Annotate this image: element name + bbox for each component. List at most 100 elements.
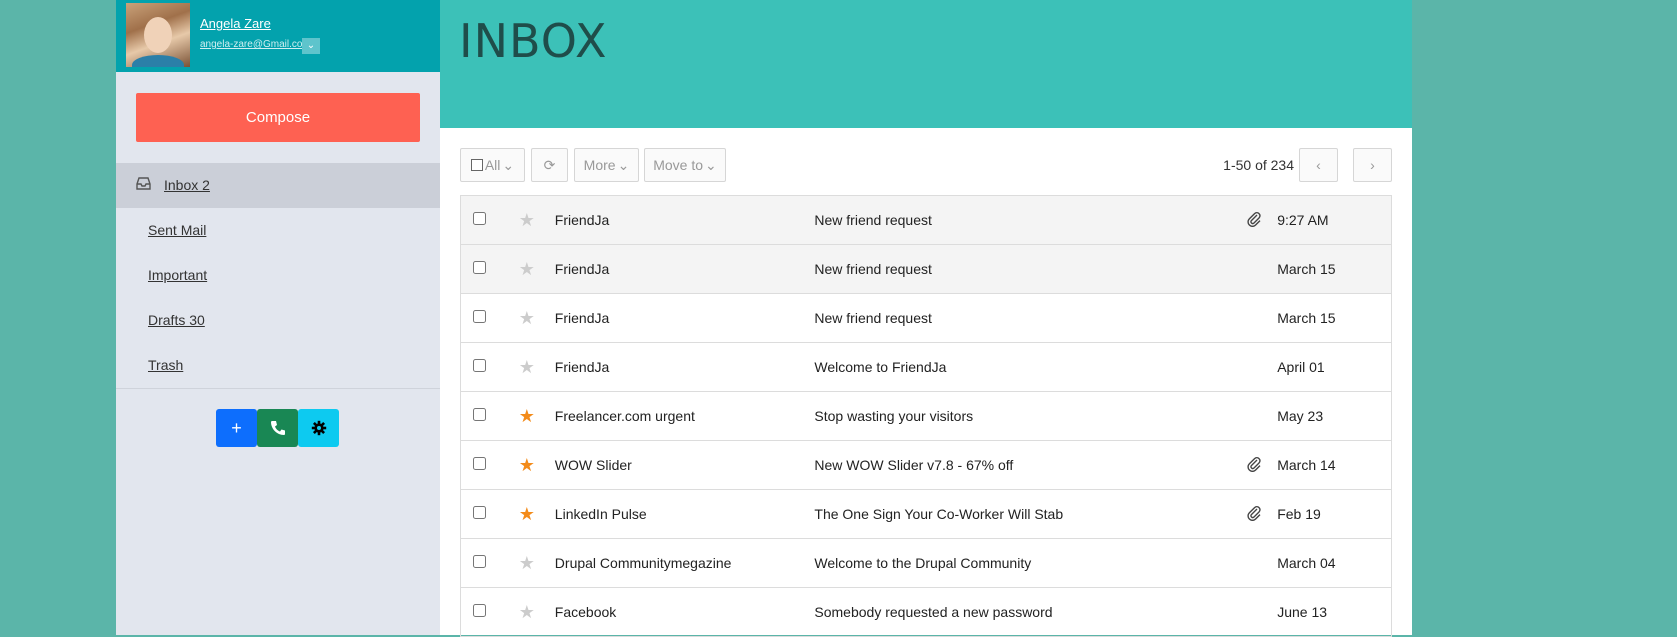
star-icon[interactable]: ★ — [498, 538, 555, 588]
settings-button[interactable] — [298, 409, 339, 447]
table-row[interactable]: ★ FriendJa New friend request March 15 — [460, 293, 1392, 343]
message-subject[interactable]: Somebody requested a new password — [814, 587, 1232, 637]
row-select-checkbox[interactable] — [473, 359, 487, 372]
sidebar-item-drafts[interactable]: Drafts 30 — [116, 298, 440, 343]
message-sender[interactable]: Drupal Communitymegazine — [554, 538, 815, 588]
star-icon[interactable]: ★ — [498, 391, 555, 441]
message-sender[interactable]: FriendJa — [554, 342, 815, 392]
star-icon[interactable]: ★ — [498, 293, 555, 343]
more-dropdown[interactable]: More ⌄ — [574, 148, 639, 182]
message-date: Feb 19 — [1277, 489, 1392, 539]
gear-icon — [311, 420, 326, 436]
message-subject[interactable]: Stop wasting your visitors — [814, 391, 1232, 441]
paperclip-icon — [1247, 456, 1261, 472]
chevron-right-icon: › — [1370, 157, 1375, 173]
sidebar-item-label: Drafts 30 — [148, 312, 205, 328]
mail-app: Angela Zare angela-zare@Gmail.com ⌄ Comp… — [116, 0, 1412, 637]
main-content: INBOX All ⌄ ⟳ More ⌄ Move to ⌄ 1-50 of 2… — [440, 0, 1412, 637]
row-select-checkbox[interactable] — [473, 457, 487, 470]
avatar[interactable] — [126, 3, 190, 67]
row-select-cell — [460, 489, 499, 539]
avatar-shirt — [132, 55, 184, 67]
attachment-cell — [1231, 538, 1278, 588]
star-icon[interactable]: ★ — [498, 440, 555, 490]
row-select-checkbox[interactable] — [473, 310, 487, 323]
message-subject[interactable]: New WOW Slider v7.8 - 67% off — [814, 440, 1232, 490]
message-toolbar: All ⌄ ⟳ More ⌄ Move to ⌄ 1-50 of 234 ‹ › — [460, 148, 1392, 184]
next-page-button[interactable]: › — [1353, 148, 1392, 182]
inbox-tray-icon — [136, 163, 152, 208]
attachment-cell — [1231, 342, 1278, 392]
user-name-link[interactable]: Angela Zare — [200, 16, 271, 31]
message-date: March 15 — [1277, 244, 1392, 294]
select-all-dropdown[interactable]: All ⌄ — [460, 148, 525, 182]
message-sender[interactable]: FriendJa — [554, 244, 815, 294]
table-row[interactable]: ★ WOW Slider New WOW Slider v7.8 - 67% off… — [460, 440, 1392, 490]
account-dropdown-chevron-icon[interactable]: ⌄ — [302, 38, 320, 54]
row-select-checkbox[interactable] — [473, 604, 487, 617]
message-sender[interactable]: Facebook — [554, 587, 815, 637]
star-icon[interactable]: ★ — [498, 342, 555, 392]
table-row[interactable]: ★ FriendJa New friend request 9:27 AM — [460, 195, 1392, 245]
sidebar-item-inbox[interactable]: Inbox 2 — [116, 163, 440, 208]
sidebar-item-important[interactable]: Important — [116, 253, 440, 298]
row-select-checkbox[interactable] — [473, 506, 487, 519]
message-subject[interactable]: Welcome to FriendJa — [814, 342, 1232, 392]
quick-actions: + — [216, 409, 339, 447]
table-row[interactable]: ★ FriendJa New friend request March 15 — [460, 244, 1392, 294]
message-subject[interactable]: New friend request — [814, 293, 1232, 343]
message-subject[interactable]: The One Sign Your Co-Worker Will Stab — [814, 489, 1232, 539]
star-icon[interactable]: ★ — [498, 587, 555, 637]
message-sender[interactable]: FriendJa — [554, 293, 815, 343]
table-row[interactable]: ★ Facebook Somebody requested a new passwo… — [460, 587, 1392, 637]
user-email-link[interactable]: angela-zare@Gmail.com — [200, 39, 311, 50]
more-label: More — [583, 157, 616, 173]
message-date: March 14 — [1277, 440, 1392, 490]
message-date: May 23 — [1277, 391, 1392, 441]
folder-list: Inbox 2 Sent Mail Important Drafts 30 Tr… — [116, 163, 440, 388]
message-sender[interactable]: FriendJa — [554, 195, 815, 245]
message-date: 9:27 AM — [1277, 195, 1392, 245]
table-row[interactable]: ★ Freelancer.com urgent Stop wasting your … — [460, 391, 1392, 441]
message-sender[interactable]: Freelancer.com urgent — [554, 391, 815, 441]
row-select-checkbox[interactable] — [473, 212, 487, 225]
sidebar-item-trash[interactable]: Trash — [116, 343, 440, 388]
row-select-checkbox[interactable] — [473, 555, 487, 568]
sidebar-item-label: Important — [148, 267, 208, 283]
attachment-cell — [1231, 293, 1278, 343]
attachment-cell — [1231, 440, 1278, 490]
message-subject[interactable]: New friend request — [814, 195, 1232, 245]
row-select-checkbox[interactable] — [473, 261, 487, 274]
attachment-cell — [1231, 391, 1278, 441]
message-date: June 13 — [1277, 587, 1392, 637]
star-icon[interactable]: ★ — [498, 489, 555, 539]
select-all-checkbox[interactable] — [470, 159, 483, 171]
phone-icon — [270, 421, 285, 435]
table-row[interactable]: ★ Drupal Communitymegazine Welcome to the … — [460, 538, 1392, 588]
attachment-cell — [1231, 244, 1278, 294]
table-row[interactable]: ★ LinkedIn Pulse The One Sign Your Co-Work… — [460, 489, 1392, 539]
add-button[interactable]: + — [216, 409, 257, 447]
previous-page-button[interactable]: ‹ — [1299, 148, 1338, 182]
sidebar-item-sent-mail[interactable]: Sent Mail — [116, 208, 440, 253]
row-select-cell — [460, 587, 499, 637]
call-button[interactable] — [257, 409, 298, 447]
star-icon[interactable]: ★ — [498, 195, 555, 245]
sidebar-item-label: Inbox 2 — [164, 177, 210, 193]
star-icon[interactable]: ★ — [498, 244, 555, 294]
compose-button[interactable]: Compose — [136, 93, 420, 142]
message-date: April 01 — [1277, 342, 1392, 392]
table-row[interactable]: ★ FriendJa Welcome to FriendJa April 01 — [460, 342, 1392, 392]
select-all-label: All — [484, 157, 501, 173]
attachment-cell — [1231, 195, 1278, 245]
row-select-cell — [460, 440, 499, 490]
message-sender[interactable]: LinkedIn Pulse — [554, 489, 815, 539]
sidebar-item-label: Trash — [148, 357, 184, 373]
message-subject[interactable]: New friend request — [814, 244, 1232, 294]
row-select-checkbox[interactable] — [473, 408, 487, 421]
move-to-dropdown[interactable]: Move to ⌄ — [644, 148, 726, 182]
message-sender[interactable]: WOW Slider — [554, 440, 815, 490]
message-list: ★ FriendJa New friend request 9:27 AM ★ Frien… — [460, 195, 1392, 637]
refresh-button[interactable]: ⟳ — [531, 148, 568, 182]
message-subject[interactable]: Welcome to the Drupal Community — [814, 538, 1232, 588]
